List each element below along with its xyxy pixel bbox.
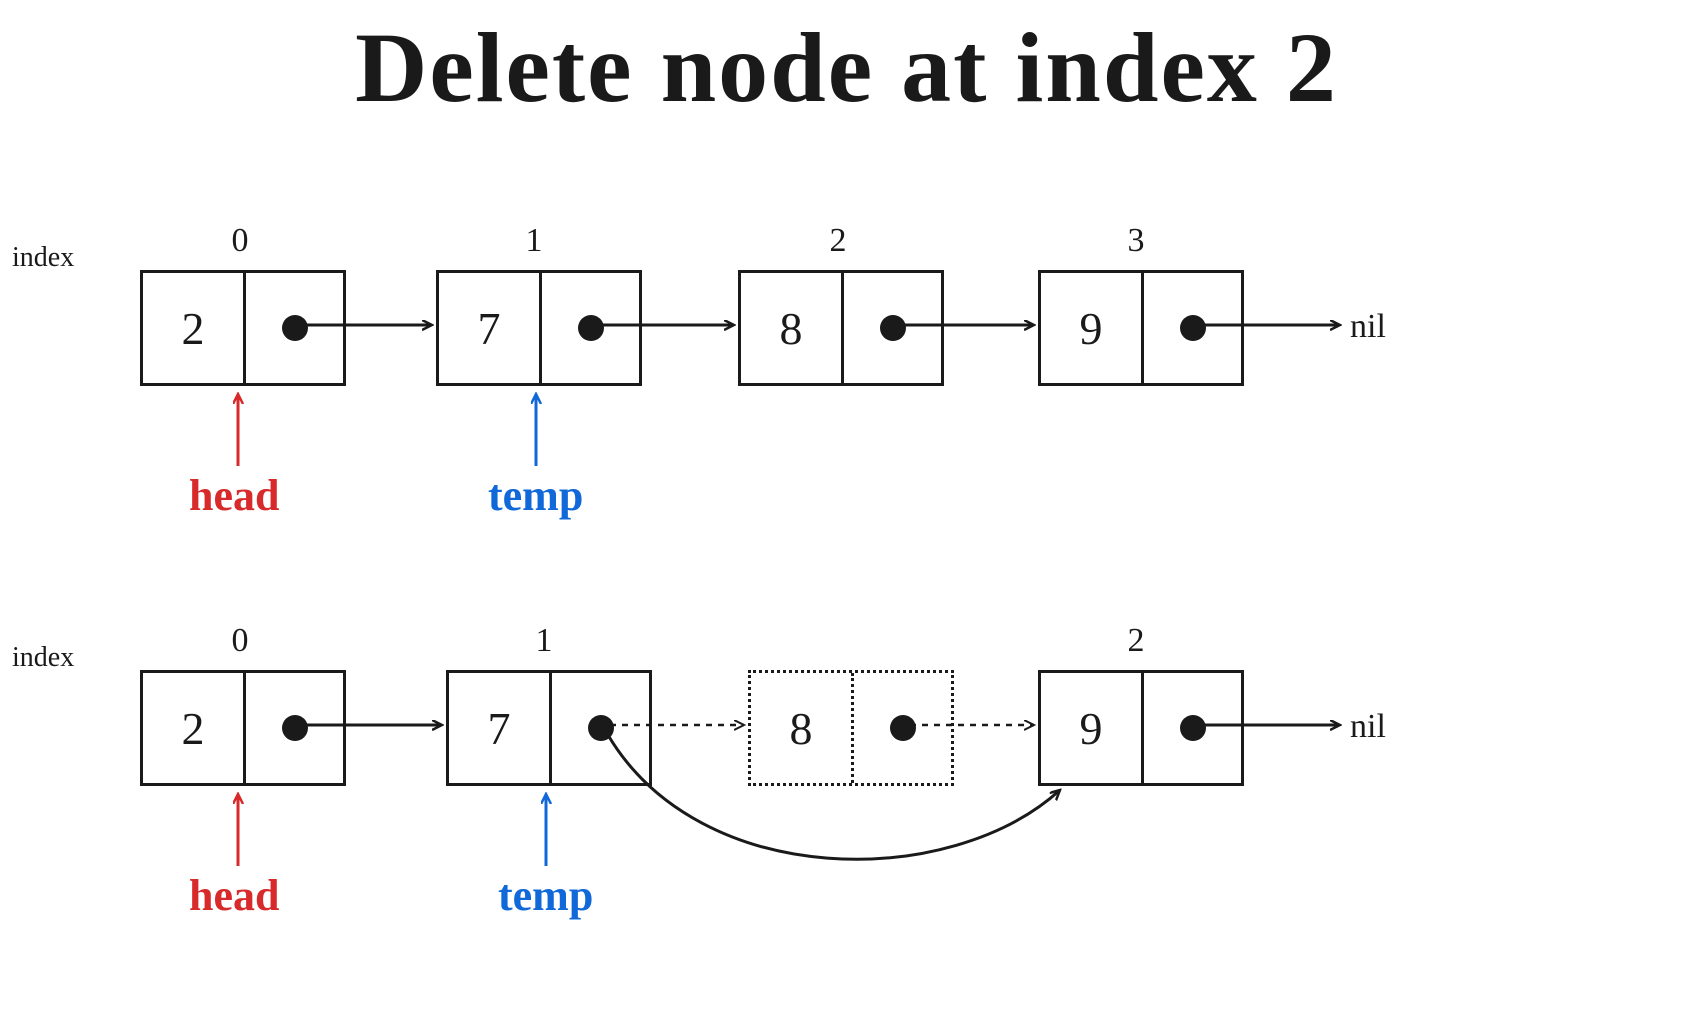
- after-nil: nil: [1350, 708, 1386, 746]
- before-head-label: head: [189, 470, 279, 521]
- after-node-3-value: 9: [1041, 673, 1144, 783]
- after-node-3-pointer: [1144, 673, 1241, 783]
- before-temp-label: temp: [488, 470, 583, 521]
- before-node-3-value: 9: [1041, 273, 1144, 383]
- pointer-dot: [1180, 315, 1206, 341]
- before-node-2-value: 8: [741, 273, 844, 383]
- after-node-deleted-pointer: [854, 673, 951, 783]
- after-node-3: 9: [1038, 670, 1244, 786]
- before-index-1: 1: [504, 222, 564, 260]
- pointer-dot: [890, 715, 916, 741]
- before-index-2: 2: [808, 222, 868, 260]
- index-label-after: index: [12, 642, 74, 674]
- after-node-deleted-value: 8: [751, 673, 854, 783]
- before-node-0-value: 2: [143, 273, 246, 383]
- diagram-title: Delete node at index 2: [0, 10, 1693, 125]
- pointer-dot: [880, 315, 906, 341]
- after-node-deleted: 8: [748, 670, 954, 786]
- pointer-dot: [1180, 715, 1206, 741]
- after-node-1-value: 7: [449, 673, 552, 783]
- pointer-dot: [282, 315, 308, 341]
- before-node-3-pointer: [1144, 273, 1241, 383]
- before-node-2-pointer: [844, 273, 941, 383]
- after-node-0: 2: [140, 670, 346, 786]
- before-node-3: 9: [1038, 270, 1244, 386]
- before-index-0: 0: [210, 222, 270, 260]
- after-node-0-value: 2: [143, 673, 246, 783]
- after-temp-label: temp: [498, 870, 593, 921]
- before-node-1-value: 7: [439, 273, 542, 383]
- after-head-label: head: [189, 870, 279, 921]
- after-node-1: 7: [446, 670, 652, 786]
- after-index-0: 0: [210, 622, 270, 660]
- before-index-3: 3: [1106, 222, 1166, 260]
- before-node-1: 7: [436, 270, 642, 386]
- pointer-dot: [588, 715, 614, 741]
- before-node-0-pointer: [246, 273, 343, 383]
- pointer-dot: [578, 315, 604, 341]
- before-node-1-pointer: [542, 273, 639, 383]
- after-node-0-pointer: [246, 673, 343, 783]
- index-label-before: index: [12, 242, 74, 274]
- after-node-1-pointer: [552, 673, 649, 783]
- after-index-3: 2: [1106, 622, 1166, 660]
- before-nil: nil: [1350, 308, 1386, 346]
- before-node-2: 8: [738, 270, 944, 386]
- linked-list-delete-diagram: Delete node at index 2 index 0 1 2 3 2 7…: [0, 0, 1693, 1034]
- before-node-0: 2: [140, 270, 346, 386]
- after-index-1: 1: [514, 622, 574, 660]
- pointer-dot: [282, 715, 308, 741]
